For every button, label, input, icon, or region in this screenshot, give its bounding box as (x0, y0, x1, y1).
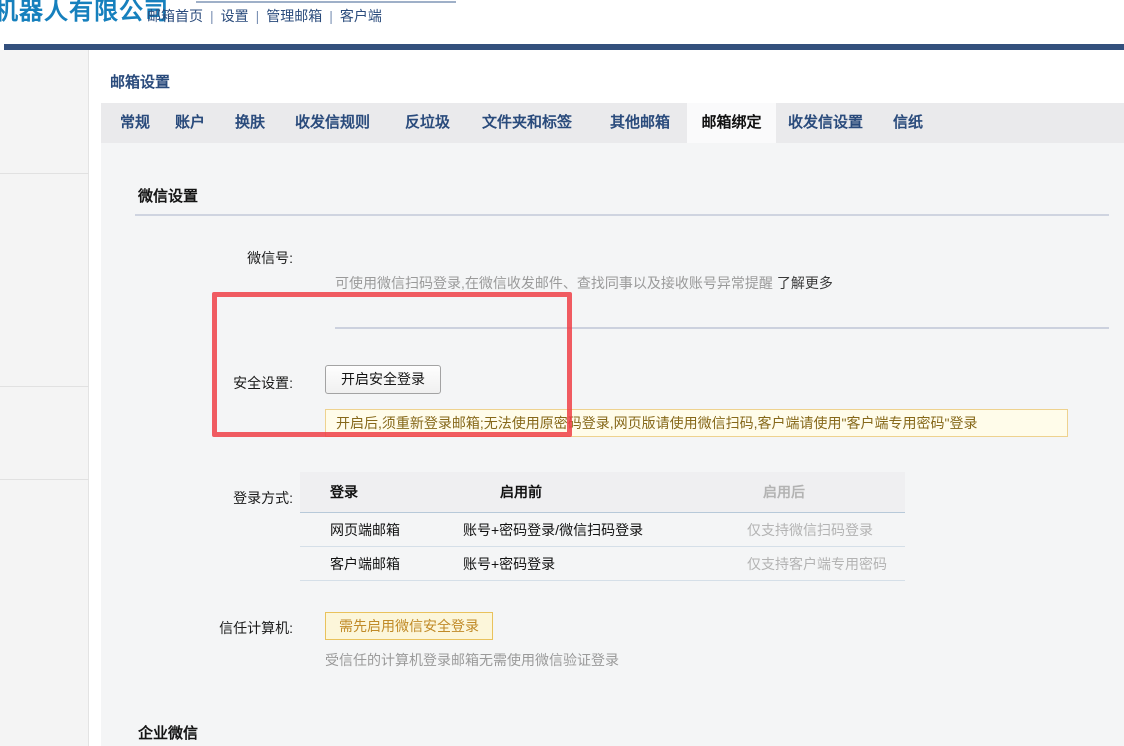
nav-separator: | (256, 8, 260, 24)
content-divider (335, 327, 1109, 329)
cell-client-after: 仅支持客户端专用密码 (747, 554, 905, 574)
col-header-before: 启用前 (460, 482, 747, 502)
security-settings-label: 安全设置: (143, 373, 293, 393)
secure-login-warning: 开启后,须重新登录邮箱;无法使用原密码登录,网页版请使用微信扫码,客户端请使用"… (325, 409, 1068, 437)
login-method-label: 登录方式: (143, 488, 293, 508)
table-header-row: 登录 启用前 启用后 (300, 472, 905, 513)
tab-account[interactable]: 账户 (175, 103, 205, 143)
nav-client[interactable]: 客户端 (340, 8, 382, 24)
wechat-id-label: 微信号: (143, 248, 293, 268)
tab-folders-labels[interactable]: 文件夹和标签 (482, 103, 572, 143)
wechat-id-description: 可使用微信扫码登录,在微信收发邮件、查找同事以及接收账号异常提醒了解更多 (335, 273, 833, 293)
section-underline (135, 214, 1109, 216)
cell-client-before: 账号+密码登录 (460, 554, 747, 574)
tab-content: 微信设置 微信号: 可使用微信扫码登录,在微信收发邮件、查找同事以及接收账号异常… (101, 143, 1124, 746)
top-nav: 邮箱首页 | 设置 | 管理邮箱 | 客户端 (147, 6, 382, 26)
cropped-text-fragment (196, 0, 456, 3)
col-header-login: 登录 (300, 482, 460, 502)
nav-manage-mailbox[interactable]: 管理邮箱 (266, 8, 322, 24)
trusted-computer-disabled-button[interactable]: 需先启用微信安全登录 (325, 612, 493, 640)
tab-send-receive[interactable]: 收发信设置 (788, 103, 863, 143)
top-header: 机器人有限公司 邮箱首页 | 设置 | 管理邮箱 | 客户端 (0, 0, 1124, 44)
sidebar-divider (0, 386, 89, 387)
wechat-desc-text: 可使用微信扫码登录,在微信收发邮件、查找同事以及接收账号异常提醒 (335, 275, 773, 291)
tab-general[interactable]: 常规 (120, 103, 150, 143)
settings-tabbar: 常规 账户 换肤 收发信规则 反垃圾 文件夹和标签 其他邮箱 邮箱绑定 收发信设… (101, 103, 1124, 143)
nav-separator: | (210, 8, 214, 24)
nav-settings[interactable]: 设置 (221, 8, 249, 24)
trusted-computer-label: 信任计算机: (143, 618, 293, 638)
left-sidebar (0, 50, 89, 746)
tab-skin[interactable]: 换肤 (235, 103, 265, 143)
sidebar-divider (0, 173, 89, 174)
login-method-table: 登录 启用前 启用后 网页端邮箱 账号+密码登录/微信扫码登录 仅支持微信扫码登… (300, 472, 905, 581)
nav-separator: | (329, 8, 333, 24)
table-row: 客户端邮箱 账号+密码登录 仅支持客户端专用密码 (300, 547, 905, 581)
cell-web-after: 仅支持微信扫码登录 (747, 520, 905, 540)
wechat-section-title: 微信设置 (138, 185, 198, 206)
main-area: 邮箱设置 常规 账户 换肤 收发信规则 反垃圾 文件夹和标签 其他邮箱 邮箱绑定… (101, 50, 1124, 746)
email-settings-page: 机器人有限公司 邮箱首页 | 设置 | 管理邮箱 | 客户端 邮箱设置 常规 账户 换肤 收… (0, 0, 1124, 746)
table-row: 网页端邮箱 账号+密码登录/微信扫码登录 仅支持微信扫码登录 (300, 513, 905, 547)
page-title: 邮箱设置 (110, 71, 170, 92)
learn-more-link[interactable]: 了解更多 (777, 275, 833, 291)
enable-secure-login-button[interactable]: 开启安全登录 (325, 365, 441, 394)
cell-web-mail: 网页端邮箱 (300, 520, 460, 540)
cell-client-mail: 客户端邮箱 (300, 554, 460, 574)
cell-web-before: 账号+密码登录/微信扫码登录 (460, 520, 747, 540)
sidebar-divider (0, 479, 89, 480)
enterprise-wechat-section-title: 企业微信 (138, 722, 198, 743)
tab-stationery[interactable]: 信纸 (893, 103, 923, 143)
col-header-after: 启用后 (747, 482, 905, 502)
company-logo[interactable]: 机器人有限公司 (0, 0, 169, 26)
tab-mail-rules[interactable]: 收发信规则 (295, 103, 370, 143)
main-top-strip: 邮箱设置 (101, 50, 1124, 103)
trusted-computer-note: 受信任的计算机登录邮箱无需使用微信验证登录 (325, 650, 619, 670)
nav-mail-home[interactable]: 邮箱首页 (147, 8, 203, 24)
tab-antispam[interactable]: 反垃圾 (405, 103, 450, 143)
tab-other-mailbox[interactable]: 其他邮箱 (610, 103, 670, 143)
